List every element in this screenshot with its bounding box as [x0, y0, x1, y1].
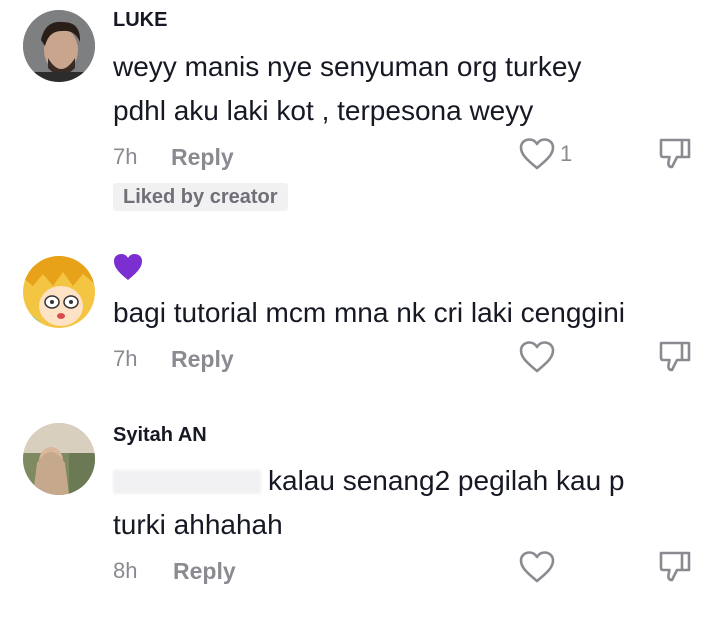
comment-text-line-1: kalau senang2 pegilah kau p: [268, 465, 625, 496]
username-emoji[interactable]: [112, 252, 144, 287]
liked-by-creator-badge: Liked by creator: [113, 183, 288, 211]
comment-text-line-2: pdhl aku laki kot , terpesona weyy: [113, 95, 534, 126]
timestamp: 7h: [113, 144, 138, 169]
username[interactable]: Syitah AN: [113, 423, 207, 447]
like-count: 1: [560, 141, 573, 166]
comment-2: bagi tutorial mcm mna nk cri laki cenggi…: [0, 240, 720, 390]
thumbs-down-icon[interactable]: [658, 340, 692, 374]
username[interactable]: LUKE: [113, 8, 167, 32]
avatar[interactable]: [23, 423, 95, 495]
comment-3: Syitah AN kalau senang2 pegilah kau p tu…: [0, 410, 720, 628]
heart-outline-icon[interactable]: [518, 550, 556, 584]
heart-outline-icon[interactable]: [518, 340, 556, 374]
mention-redacted: [113, 470, 261, 494]
reply-button[interactable]: Reply: [171, 144, 234, 170]
thumbs-down-icon[interactable]: [658, 550, 692, 584]
avatar[interactable]: [23, 256, 95, 328]
comment-1: LUKE weyy manis nye senyuman org turkey …: [0, 0, 720, 230]
avatar[interactable]: [23, 10, 95, 82]
reply-button[interactable]: Reply: [171, 346, 234, 372]
comment-text-line-1: bagi tutorial mcm mna nk cri laki cenggi…: [113, 297, 625, 328]
comment-text-line-1: weyy manis nye senyuman org turkey: [113, 51, 582, 82]
comment-text-line-2: turki ahhahah: [113, 509, 283, 540]
heart-outline-icon: [519, 138, 555, 170]
timestamp: 8h: [113, 558, 138, 583]
purple-heart-icon: [114, 254, 142, 280]
reply-button[interactable]: Reply: [173, 558, 236, 584]
timestamp: 7h: [113, 346, 138, 371]
like-button[interactable]: 1: [518, 137, 574, 171]
thumbs-down-icon[interactable]: [658, 137, 692, 171]
